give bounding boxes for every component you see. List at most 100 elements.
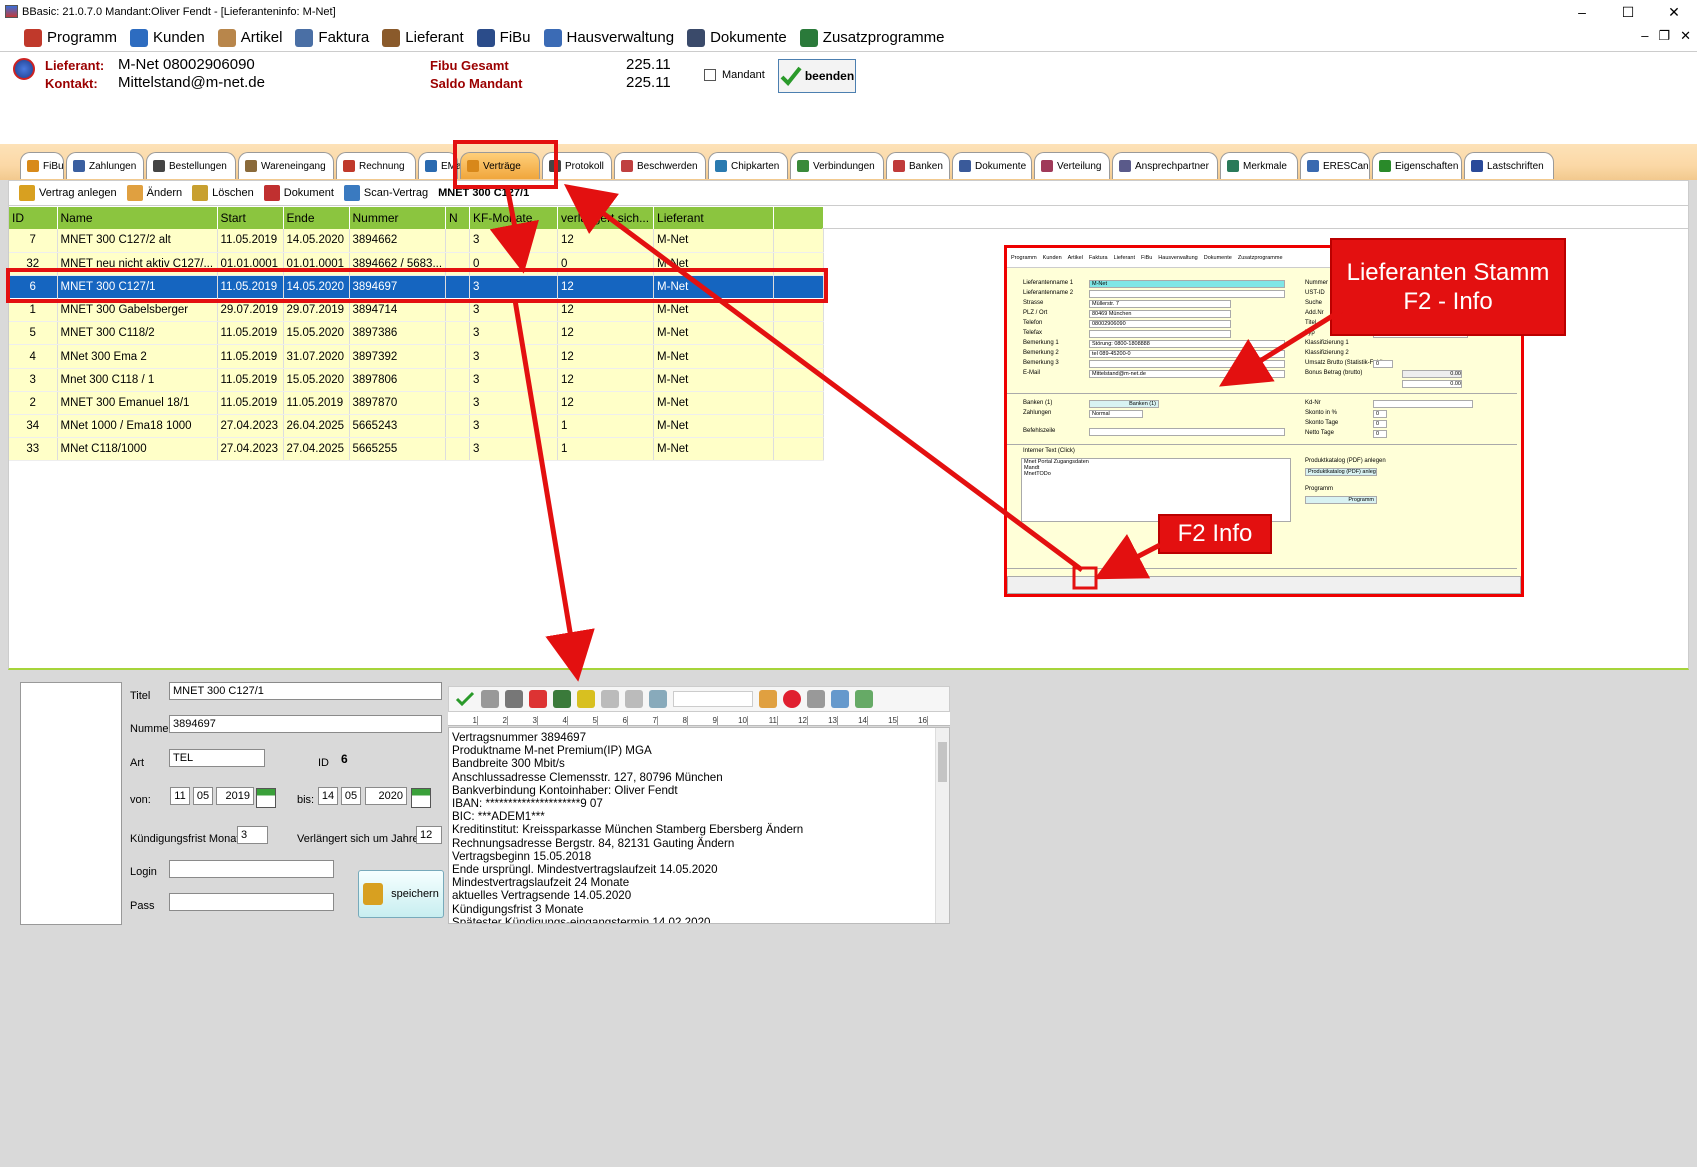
tab-rechnung[interactable]: Rechnung bbox=[336, 152, 416, 179]
column-header[interactable] bbox=[773, 207, 825, 229]
bis-month-input[interactable]: 05 bbox=[341, 787, 361, 805]
table-row[interactable]: 6 MNET 300 C127/1 11.05.2019 14.05.2020 3894… bbox=[9, 274, 825, 300]
menu-hausverwaltung[interactable]: Hausverwaltung bbox=[543, 28, 674, 47]
column-header[interactable]: Nummer bbox=[349, 207, 447, 229]
tab-beschwerden[interactable]: Beschwerden bbox=[614, 152, 706, 179]
scan-vertrag-button[interactable]: Scan-Vertrag bbox=[343, 185, 428, 201]
maximize-button[interactable]: ☐ bbox=[1605, 0, 1651, 24]
mdi-close-icon[interactable]: ✕ bbox=[1680, 28, 1691, 44]
von-calendar-icon[interactable] bbox=[256, 788, 276, 808]
inset-zahlungen-value: Normal bbox=[1089, 410, 1143, 418]
pdf-icon[interactable] bbox=[529, 690, 547, 708]
column-header[interactable]: Start bbox=[217, 207, 284, 229]
menu-zusatzprogramme[interactable]: Zusatzprogramme bbox=[799, 28, 945, 47]
aendern-button[interactable]: Ändern bbox=[126, 185, 182, 201]
page-settings-icon[interactable] bbox=[625, 690, 643, 708]
von-year-input[interactable]: 2019 bbox=[216, 787, 254, 805]
tab-eigenschaften[interactable]: Eigenschaften bbox=[1372, 152, 1462, 179]
tab-merkmale[interactable]: Merkmale bbox=[1220, 152, 1298, 179]
kuendigungsfrist-input[interactable]: 3 bbox=[237, 826, 268, 844]
tab-lastschriften[interactable]: Lastschriften bbox=[1464, 152, 1554, 179]
tab-ansprechpartner[interactable]: Ansprechpartner bbox=[1112, 152, 1218, 179]
column-header[interactable]: Lieferant bbox=[653, 207, 775, 229]
login-input[interactable] bbox=[169, 860, 334, 878]
loeschen-button[interactable]: Löschen bbox=[192, 185, 254, 201]
nummer-input[interactable]: 3894697 bbox=[169, 715, 442, 733]
table-row[interactable]: 32 MNET neu nicht aktiv C127/... 01.01.000… bbox=[9, 252, 825, 276]
tab-wareneingang[interactable]: Wareneingang bbox=[238, 152, 334, 179]
verlaengert-input[interactable]: 12 bbox=[416, 826, 442, 844]
tab-zahlungen[interactable]: Zahlungen bbox=[66, 152, 144, 179]
column-header[interactable]: KF-Monate bbox=[469, 207, 559, 229]
font-select[interactable] bbox=[673, 691, 753, 707]
tab-erescan[interactable]: ERESCan bbox=[1300, 152, 1370, 179]
pen-icon[interactable] bbox=[759, 690, 777, 708]
list-icon[interactable] bbox=[831, 690, 849, 708]
editor-scroll-thumb[interactable] bbox=[938, 742, 947, 782]
column-header[interactable]: Name bbox=[57, 207, 218, 229]
von-day-input[interactable]: 11 bbox=[170, 787, 190, 805]
tab-icon bbox=[425, 160, 437, 172]
column-header[interactable]: ID bbox=[9, 207, 58, 229]
bis-calendar-icon[interactable] bbox=[411, 788, 431, 808]
table-row[interactable]: 33 MNet C118/1000 27.04.2023 27.04.2025 5665… bbox=[9, 437, 825, 462]
tab-verbindungen[interactable]: Verbindungen bbox=[790, 152, 884, 179]
tab-verteilung[interactable]: Verteilung bbox=[1034, 152, 1110, 179]
close-button[interactable]: ✕ bbox=[1651, 0, 1697, 24]
tab-protokoll[interactable]: Protokoll bbox=[542, 152, 612, 179]
editor-scrollbar[interactable] bbox=[935, 728, 949, 923]
tab-fibu[interactable]: FiBu bbox=[20, 152, 64, 179]
table-row[interactable]: 7 MNET 300 C127/2 alt 11.05.2019 14.05.2020… bbox=[9, 229, 825, 253]
table-icon[interactable] bbox=[855, 690, 873, 708]
tab-verträge[interactable]: Verträge bbox=[460, 152, 540, 179]
art-input[interactable]: TEL bbox=[169, 749, 265, 767]
beenden-button[interactable]: beenden bbox=[778, 59, 856, 93]
heart-icon[interactable] bbox=[783, 690, 801, 708]
table-row[interactable]: 5 MNET 300 C118/2 11.05.2019 15.05.2020 3897… bbox=[9, 321, 825, 346]
print-icon[interactable] bbox=[505, 690, 523, 708]
column-header[interactable]: Ende bbox=[283, 207, 350, 229]
font-icon[interactable] bbox=[649, 690, 667, 708]
column-header[interactable]: N bbox=[445, 207, 471, 229]
bis-day-input[interactable]: 14 bbox=[318, 787, 338, 805]
print-preview-icon[interactable] bbox=[481, 690, 499, 708]
vertrag-anlegen-button[interactable]: Vertrag anlegen bbox=[19, 185, 117, 201]
ruler-tick: 13 bbox=[808, 716, 838, 725]
dokument-button[interactable]: Dokument bbox=[263, 185, 334, 201]
menu-programm[interactable]: Programm bbox=[24, 28, 117, 47]
table-row[interactable]: 3 Mnet 300 C118 / 1 11.05.2019 15.05.2020 38… bbox=[9, 368, 825, 392]
bis-year-input[interactable]: 2020 bbox=[365, 787, 407, 805]
mdi-restore-icon[interactable]: ❐ bbox=[1658, 28, 1670, 44]
page-icon[interactable] bbox=[601, 690, 619, 708]
speichern-button[interactable]: speichern bbox=[358, 870, 444, 918]
column-header[interactable]: verlängert sich... bbox=[557, 207, 655, 229]
minimize-button[interactable]: – bbox=[1559, 0, 1605, 24]
tab-bestellungen[interactable]: Bestellungen bbox=[146, 152, 236, 179]
export-icon[interactable] bbox=[577, 690, 595, 708]
mdi-minimize-icon[interactable]: – bbox=[1641, 28, 1648, 44]
insert-icon[interactable] bbox=[553, 690, 571, 708]
accept-icon[interactable] bbox=[455, 690, 475, 708]
contract-text-editor[interactable]: Vertragsnummer 3894697 Produktname M-net … bbox=[448, 727, 950, 924]
table-row[interactable]: 1 MNET 300 Gabelsberger 29.07.2019 29.07.20… bbox=[9, 298, 825, 323]
search-icon[interactable] bbox=[807, 690, 825, 708]
menu-lieferant[interactable]: Lieferant bbox=[382, 28, 464, 47]
table-row[interactable]: 2 MNET 300 Emanuel 18/1 11.05.2019 11.05.20… bbox=[9, 391, 825, 416]
tab-email[interactable]: EMail bbox=[418, 152, 466, 179]
von-month-input[interactable]: 05 bbox=[193, 787, 213, 805]
mandant-checkbox[interactable]: Mandant bbox=[704, 69, 765, 81]
tab-dokumente[interactable]: Dokumente bbox=[952, 152, 1032, 179]
menu-faktura[interactable]: Faktura bbox=[295, 28, 369, 47]
table-row[interactable]: 4 MNet 300 Ema 2 11.05.2019 31.07.2020 38973… bbox=[9, 344, 825, 369]
menu-fibu[interactable]: FiBu bbox=[476, 28, 531, 47]
mandant-checkbox-box[interactable] bbox=[704, 69, 716, 81]
menu-kunden[interactable]: Kunden bbox=[130, 28, 205, 47]
menu-dokumente[interactable]: Dokumente bbox=[687, 28, 787, 47]
table-row[interactable]: 34 MNet 1000 / Ema18 1000 27.04.2023 26.04.… bbox=[9, 414, 825, 439]
kontakt-value[interactable]: Mittelstand@m-net.de bbox=[118, 74, 265, 91]
pass-input[interactable] bbox=[169, 893, 334, 911]
titel-input[interactable]: MNET 300 C127/1 bbox=[169, 682, 442, 700]
tab-banken[interactable]: Banken bbox=[886, 152, 950, 179]
menu-artikel[interactable]: Artikel bbox=[217, 28, 282, 47]
tab-chipkarten[interactable]: Chipkarten bbox=[708, 152, 788, 179]
